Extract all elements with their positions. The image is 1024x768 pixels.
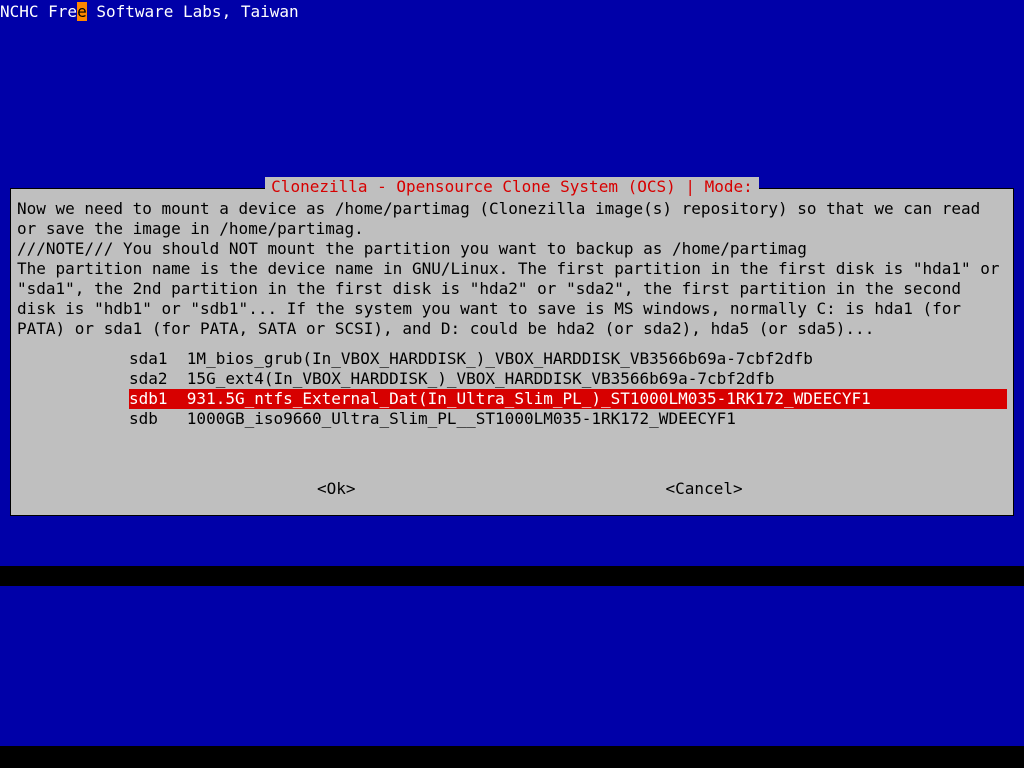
black-strip-upper xyxy=(0,566,1024,586)
partition-list[interactable]: sda1 1M_bios_grub(In_VBOX_HARDDISK_)_VBO… xyxy=(17,349,1007,429)
ok-button[interactable]: <Ok> xyxy=(317,479,356,499)
partition-option-sdb1[interactable]: sdb1 931.5G_ntfs_External_Dat(In_Ultra_S… xyxy=(129,389,1007,409)
cancel-button[interactable]: <Cancel> xyxy=(666,479,743,499)
dialog-title: Clonezilla - Opensource Clone System (OC… xyxy=(265,177,759,197)
text-cursor: e xyxy=(77,2,87,21)
header-line: NCHC Free Software Labs, Taiwan xyxy=(0,2,299,22)
partition-option-sda1[interactable]: sda1 1M_bios_grub(In_VBOX_HARDDISK_)_VBO… xyxy=(129,349,1007,369)
partition-option-sdb[interactable]: sdb 1000GB_iso9660_Ultra_Slim_PL__ST1000… xyxy=(129,409,1007,429)
mount-dialog: Clonezilla - Opensource Clone System (OC… xyxy=(10,188,1014,516)
dialog-body: Now we need to mount a device as /home/p… xyxy=(17,197,1007,339)
partition-option-sda2[interactable]: sda2 15G_ext4(In_VBOX_HARDDISK_)_VBOX_HA… xyxy=(129,369,1007,389)
header-pre: NCHC Fre xyxy=(0,2,77,21)
black-strip-lower xyxy=(0,746,1024,768)
header-post: Software Labs, Taiwan xyxy=(87,2,299,21)
